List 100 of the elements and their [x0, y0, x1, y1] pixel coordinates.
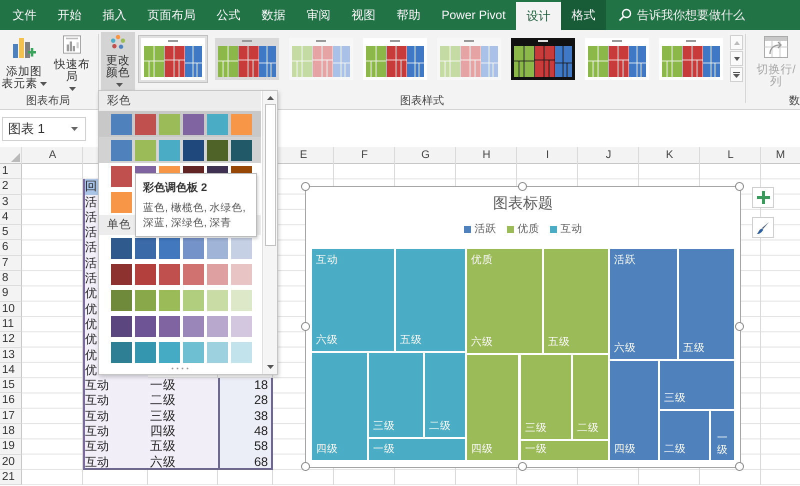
- ribbon-tab[interactable]: 视图: [341, 0, 386, 30]
- table-cell: 68: [218, 454, 273, 470]
- row-header: 21: [0, 470, 22, 486]
- column-header: E: [298, 148, 308, 163]
- row-header: 5: [0, 225, 22, 240]
- ribbon-tab[interactable]: 文件: [2, 0, 47, 30]
- row-header: 7: [0, 256, 22, 272]
- ribbon-tab[interactable]: 公式: [206, 0, 251, 30]
- table-cell: 互动: [83, 393, 148, 409]
- caret-icon: [71, 126, 78, 130]
- table-cell: 18: [218, 378, 273, 394]
- tile-label: 三级: [664, 391, 686, 405]
- column-header: I: [544, 148, 550, 163]
- ribbon-tab[interactable]: 开始: [47, 0, 92, 30]
- palette-option[interactable]: [99, 111, 261, 137]
- column-header: L: [726, 148, 735, 163]
- tile-label: 六级: [614, 341, 636, 355]
- scrollbar[interactable]: [262, 91, 277, 374]
- table-cell: 38: [218, 408, 273, 424]
- row-header: 13: [0, 348, 22, 363]
- tile-label: 四级: [316, 442, 338, 456]
- table-cell: 一级: [148, 378, 218, 394]
- row-header: 16: [0, 393, 22, 409]
- row-header: 9: [0, 286, 22, 302]
- legend-label: 优质: [518, 222, 540, 236]
- ribbon-tab[interactable]: 格式: [561, 0, 606, 30]
- column-header: F: [360, 148, 369, 163]
- resize-handle[interactable]: [518, 182, 527, 191]
- table-cell: 互动: [83, 408, 148, 424]
- caret-icon: [40, 82, 46, 86]
- table-cell: 二级: [148, 393, 218, 409]
- row-header: 10: [0, 302, 22, 317]
- row-header: 6: [0, 240, 22, 256]
- search-field[interactable]: 告诉我你想要做什么: [637, 8, 788, 22]
- ribbon-tab[interactable]: 帮助: [386, 0, 431, 30]
- resize-handle[interactable]: [735, 462, 744, 471]
- name-box[interactable]: 图表 1: [2, 116, 86, 140]
- chart-style-option[interactable]: [508, 35, 578, 83]
- group-label: 图表样式: [400, 94, 444, 109]
- ribbon-tab[interactable]: 插入: [92, 0, 137, 30]
- table-cell: 互动: [83, 454, 148, 470]
- tile-label: 二级: [577, 421, 599, 435]
- group-label: 数: [789, 94, 800, 109]
- tile-label: 二级: [664, 442, 686, 456]
- gallery-down-button[interactable]: [730, 51, 743, 66]
- category-label: 互动: [316, 253, 338, 267]
- ribbon-tab[interactable]: Power Pivot: [431, 0, 516, 30]
- resize-handle[interactable]: [735, 322, 744, 331]
- ribbon-tab[interactable]: 数据: [251, 0, 296, 30]
- table-cell: 48: [218, 424, 273, 440]
- change-colors-button[interactable]: 更改颜色: [101, 32, 135, 93]
- palette-option[interactable]: [99, 137, 261, 163]
- table-cell: 五级: [148, 439, 218, 455]
- row-header: 17: [0, 408, 22, 424]
- row-header: 3: [0, 194, 22, 210]
- ribbon-tab[interactable]: 审阅: [296, 0, 341, 30]
- row-header: 11: [0, 316, 22, 332]
- resize-handle[interactable]: [301, 322, 310, 331]
- row-header: 4: [0, 210, 22, 226]
- ribbon-tab[interactable]: 页面布局: [137, 0, 206, 30]
- tile-label: 六级: [316, 333, 338, 347]
- row-header: 19: [0, 439, 22, 455]
- gallery-more-button[interactable]: [730, 67, 743, 82]
- caret-icon: [68, 87, 76, 91]
- chart-styles-button[interactable]: [752, 217, 774, 238]
- table-cell: 28: [218, 393, 273, 409]
- column-header: A: [48, 148, 58, 163]
- tile-label: 五级: [683, 341, 705, 355]
- row-header: 18: [0, 424, 22, 440]
- table-cell: 三级: [148, 408, 218, 424]
- table-cell: 互动: [83, 378, 148, 394]
- caret-icon: [116, 82, 122, 87]
- column-header: K: [664, 148, 674, 163]
- search-icon: [618, 8, 632, 22]
- column-header: M: [774, 148, 786, 163]
- row-header: 12: [0, 332, 22, 348]
- tile-label: 五级: [400, 333, 422, 347]
- select-all-icon[interactable]: [11, 153, 20, 162]
- tile-label: 三级: [525, 421, 547, 435]
- group-label: 图表布局: [26, 94, 70, 109]
- resize-grip-icon[interactable]: [171, 367, 189, 370]
- caret-up-icon: [734, 40, 740, 44]
- table-cell: 58: [218, 439, 273, 455]
- row-header: 15: [0, 378, 22, 394]
- row-header: 2: [0, 179, 22, 195]
- tile-label: 五级: [548, 335, 570, 349]
- chart-elements-button[interactable]: [752, 187, 774, 208]
- category-label: 活跃: [614, 253, 636, 267]
- add-chart-element-button[interactable]: 添加图表元素: [0, 32, 48, 93]
- plus-icon: [756, 191, 770, 204]
- scroll-up-icon: [266, 96, 274, 100]
- row-header: 20: [0, 454, 22, 470]
- ribbon-tab[interactable]: 设计: [516, 2, 562, 30]
- caret-icon: [734, 56, 740, 60]
- table-cell: 互动: [83, 424, 148, 440]
- quick-layout-button[interactable]: 快速布局: [48, 32, 96, 93]
- column-header: J: [604, 148, 612, 163]
- legend-label: 活跃: [474, 222, 496, 236]
- tile-label: 一级: [373, 442, 395, 456]
- resize-handle[interactable]: [518, 462, 527, 471]
